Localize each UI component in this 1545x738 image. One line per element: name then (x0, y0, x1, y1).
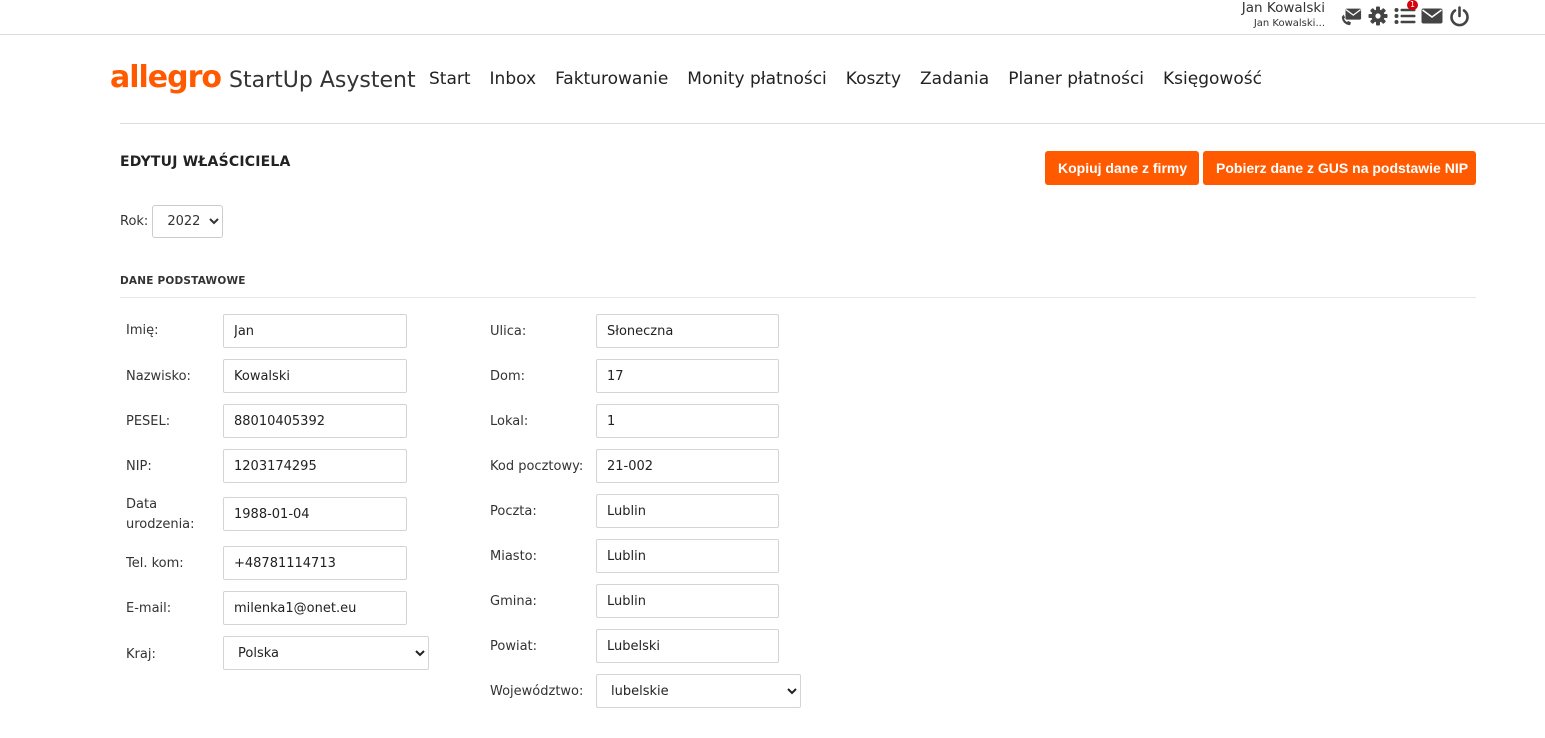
nav-inbox[interactable]: Inbox (490, 68, 537, 90)
city-label: Miasto: (490, 549, 537, 564)
year-select[interactable]: 2022 (152, 205, 224, 238)
navbar-divider (120, 123, 1545, 124)
nip-input[interactable] (223, 449, 407, 483)
app-name: StartUp Asystent (229, 68, 416, 93)
task-list-icon[interactable]: 1 (1394, 0, 1418, 27)
first-name-input[interactable] (223, 314, 407, 348)
user-info[interactable]: Jan Kowalski Jan Kowalski... (1242, 0, 1325, 31)
user-company: Jan Kowalski... (1253, 18, 1325, 29)
nav-fakturowanie[interactable]: Fakturowanie (555, 68, 668, 90)
post-office-input[interactable] (596, 494, 779, 528)
brand[interactable]: allegro StartUp Asystent (110, 58, 416, 101)
postal-code-input[interactable] (596, 449, 779, 483)
main-nav: Start Inbox Fakturowanie Monity płatnośc… (429, 68, 1281, 90)
last-name-input[interactable] (223, 359, 407, 393)
year-label: Rok: (120, 214, 149, 229)
postal-code-label: Kod pocztowy: (490, 459, 584, 474)
user-name: Jan Kowalski (1241, 0, 1325, 16)
apartment-input[interactable] (596, 404, 779, 438)
section-divider (120, 297, 1476, 298)
city-input[interactable] (596, 539, 779, 573)
birth-date-label: Data urodzenia: (126, 497, 195, 532)
nav-zadania[interactable]: Zadania (920, 68, 989, 90)
country-label: Kraj: (126, 647, 156, 662)
copy-company-data-button[interactable]: Kopiuj dane z firmy (1045, 151, 1199, 185)
nav-planer-platnosci[interactable]: Planer płatności (1008, 68, 1144, 90)
mobile-phone-label: Tel. kom: (126, 556, 184, 571)
pesel-label: PESEL: (126, 414, 171, 429)
last-name-label: Nazwisko: (126, 369, 191, 384)
voivodeship-select[interactable]: lubelskie (596, 674, 801, 708)
apartment-label: Lokal: (490, 414, 529, 429)
allegro-logo: allegro (110, 60, 222, 95)
municipality-input[interactable] (596, 584, 779, 618)
nip-label: NIP: (126, 459, 152, 474)
municipality-label: Gmina: (490, 594, 537, 609)
email-input[interactable] (223, 591, 407, 625)
nav-koszty[interactable]: Koszty (846, 68, 901, 90)
email-label: E-mail: (126, 601, 172, 616)
fetch-gus-data-button[interactable]: Pobierz dane z GUS na podstawie NIP (1203, 151, 1476, 185)
county-input[interactable] (596, 629, 779, 663)
page-title: EDYTUJ WŁAŚCICIELA (120, 154, 291, 170)
birth-date-input[interactable] (223, 497, 407, 531)
house-number-input[interactable] (596, 359, 779, 393)
first-name-label: Imię: (126, 323, 159, 338)
nav-monity-platnosci[interactable]: Monity płatności (687, 68, 827, 90)
year-row: Rok: 2022 (120, 205, 224, 238)
user-bar: Jan Kowalski Jan Kowalski... 1 (0, 0, 1545, 35)
street-input[interactable] (596, 314, 779, 348)
phone-mail-icon[interactable] (1340, 5, 1362, 27)
pesel-input[interactable] (223, 404, 407, 438)
mobile-phone-input[interactable] (223, 546, 407, 580)
power-icon[interactable] (1448, 5, 1470, 27)
street-label: Ulica: (490, 324, 527, 339)
county-label: Powiat: (490, 639, 538, 654)
task-count-badge: 1 (1407, 0, 1418, 10)
house-number-label: Dom: (490, 369, 526, 384)
envelope-icon[interactable] (1421, 5, 1443, 27)
voivodeship-label: Województwo: (490, 684, 584, 699)
nav-start[interactable]: Start (429, 68, 471, 90)
top-icons: 1 (1340, 0, 1475, 28)
post-office-label: Poczta: (490, 504, 537, 519)
country-select[interactable]: Polska (223, 636, 429, 670)
nav-ksiegowosc[interactable]: Księgowość (1163, 68, 1262, 90)
section-title-basic-data: DANE PODSTAWOWE (120, 275, 246, 287)
gear-icon[interactable] (1367, 5, 1389, 27)
